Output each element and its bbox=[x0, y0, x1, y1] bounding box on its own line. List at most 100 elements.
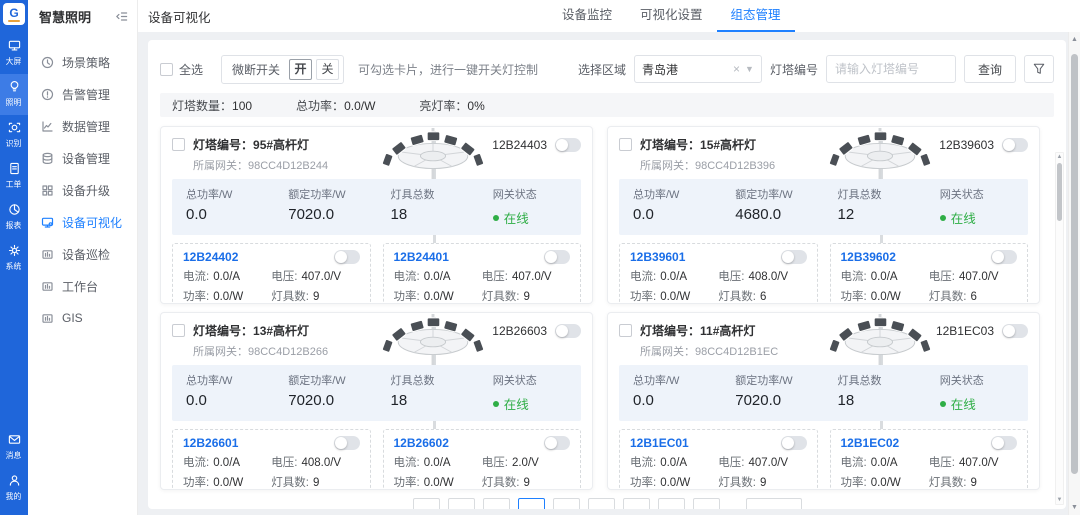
branch-switch[interactable] bbox=[544, 250, 570, 264]
card-checkbox[interactable] bbox=[619, 324, 632, 337]
document-icon bbox=[8, 162, 21, 175]
page-button[interactable] bbox=[448, 498, 475, 509]
page-size-select[interactable] bbox=[746, 498, 802, 509]
filter-button[interactable] bbox=[1024, 55, 1054, 83]
collapse-sidebar-button[interactable] bbox=[115, 10, 128, 23]
tower-switch[interactable] bbox=[555, 324, 581, 338]
branch-id-link[interactable]: 12B24401 bbox=[394, 250, 449, 264]
breaker-on-button[interactable]: 开 bbox=[289, 59, 312, 80]
branch-id-link[interactable]: 12B39601 bbox=[630, 250, 685, 264]
page-button[interactable] bbox=[518, 498, 545, 509]
branch-id-link[interactable]: 12B26601 bbox=[183, 436, 238, 450]
page-scrollbar[interactable]: ▲ ▼ bbox=[1068, 32, 1080, 515]
branch-switch[interactable] bbox=[334, 250, 360, 264]
tab-device-monitoring[interactable]: 设备监控 bbox=[548, 0, 626, 32]
cards-scrollbar-thumb[interactable] bbox=[1057, 163, 1062, 221]
tower-card: 灯塔编号：15#高杆灯 所属网关：98CC4D12B396 12B39603 总… bbox=[607, 126, 1040, 304]
rail-item-lighting[interactable]: 照明 bbox=[0, 74, 28, 115]
rail-item-workorder[interactable]: 工单 bbox=[0, 156, 28, 197]
rail-item-reports[interactable]: 报表 bbox=[0, 197, 28, 238]
scroll-up-icon[interactable]: ▲ bbox=[1056, 153, 1063, 161]
rail-item-system[interactable]: 系统 bbox=[0, 238, 28, 279]
branch-switch[interactable] bbox=[991, 250, 1017, 264]
total-power-stat: 总功率：0.0/W bbox=[296, 97, 375, 114]
card-stats: 总功率/W0.0 额定功率/W7020.0 灯具总数18 网关状态在线 bbox=[172, 365, 581, 421]
envelope-icon bbox=[8, 433, 21, 446]
branch-metrics: 电流:0.0/A 电压:407.0/V 功率:0.0/W 灯具数:9 bbox=[394, 268, 571, 304]
page-button[interactable] bbox=[623, 498, 650, 509]
page-button[interactable] bbox=[413, 498, 440, 509]
page-button[interactable] bbox=[658, 498, 685, 509]
breaker-off-button[interactable]: 关 bbox=[316, 59, 339, 80]
gateway-id: 98CC4D12B266 bbox=[248, 346, 328, 358]
branch-id-link[interactable]: 12B39602 bbox=[841, 250, 896, 264]
branch-id-link[interactable]: 12B1EC02 bbox=[841, 436, 900, 450]
funnel-icon bbox=[1033, 63, 1045, 75]
tower-switch[interactable] bbox=[1002, 138, 1028, 152]
rail-item-messages[interactable]: 消息 bbox=[0, 427, 28, 468]
sidebar-item-device-management[interactable]: 设备管理 bbox=[28, 142, 137, 174]
board-chart-icon bbox=[41, 312, 54, 325]
branch-switch[interactable] bbox=[334, 436, 360, 450]
logo-accent bbox=[8, 20, 20, 22]
branch-switch[interactable] bbox=[544, 436, 570, 450]
tower-switch[interactable] bbox=[555, 138, 581, 152]
tower-switch[interactable] bbox=[1002, 324, 1028, 338]
region-select[interactable]: 青岛港 × ▼ bbox=[634, 55, 762, 83]
tower-no-input[interactable] bbox=[826, 55, 956, 83]
branch-metrics: 电流:0.0/A 电压:407.0/V 功率:0.0/W 灯具数:9 bbox=[841, 454, 1018, 490]
branch-id-link[interactable]: 12B24402 bbox=[183, 250, 238, 264]
sidebar-item-data-management[interactable]: 数据管理 bbox=[28, 110, 137, 142]
page-scroll-up-icon[interactable]: ▲ bbox=[1069, 36, 1080, 43]
page-button[interactable] bbox=[553, 498, 580, 509]
sidebar-item-device-visualization[interactable]: 设备可视化 bbox=[28, 206, 137, 238]
rail-item-recognition[interactable]: 识别 bbox=[0, 115, 28, 156]
sidebar-item-device-upgrade[interactable]: 设备升级 bbox=[28, 174, 137, 206]
branch-id-link[interactable]: 12B1EC01 bbox=[630, 436, 689, 450]
rail-item-profile[interactable]: 我的 bbox=[0, 468, 28, 509]
board-chart-icon bbox=[41, 280, 54, 293]
gateway-id: 98CC4D12B1EC bbox=[695, 346, 778, 358]
branch-switch[interactable] bbox=[991, 436, 1017, 450]
rated-power: 额定功率/W7020.0 bbox=[721, 372, 823, 413]
card-checkbox[interactable] bbox=[172, 324, 185, 337]
page-title: 设备可视化 bbox=[138, 7, 211, 26]
card-stats: 总功率/W0.0 额定功率/W4680.0 灯具总数12 网关状态在线 bbox=[619, 179, 1028, 235]
select-all-checkbox[interactable] bbox=[160, 63, 173, 76]
summary-bar: 灯塔数量：100 总功率：0.0/W 亮灯率：0% bbox=[160, 93, 1054, 117]
branch-switch[interactable] bbox=[781, 436, 807, 450]
select-all-label: 全选 bbox=[179, 61, 203, 78]
branch-cards: 12B24402 电流:0.0/A 电压:407.0/V 功率:0.0/W 灯具… bbox=[172, 243, 581, 304]
line-chart-icon bbox=[41, 120, 54, 133]
page-button[interactable] bbox=[588, 498, 615, 509]
card-checkbox[interactable] bbox=[172, 138, 185, 151]
rail-item-bigscreen[interactable]: 大屏 bbox=[0, 33, 28, 74]
tab-configuration-management[interactable]: 组态管理 bbox=[717, 0, 795, 32]
branch-id-link[interactable]: 12B26602 bbox=[394, 436, 449, 450]
board-chart-icon bbox=[41, 248, 54, 261]
tab-visualization-settings[interactable]: 可视化设置 bbox=[626, 0, 717, 32]
sidebar-item-scene-strategy[interactable]: 场景策略 bbox=[28, 46, 137, 78]
cards-scrollbar[interactable]: ▲ ▼ bbox=[1055, 152, 1064, 505]
sidebar-item-workbench[interactable]: 工作台 bbox=[28, 270, 137, 302]
page-button[interactable] bbox=[483, 498, 510, 509]
branch-card: 12B1EC01 电流:0.0/A 电压:407.0/V 功率:0.0/W 灯具… bbox=[619, 429, 818, 490]
toolbar-hint: 可勾选卡片，进行一键开关灯控制 bbox=[358, 61, 538, 78]
search-button[interactable]: 查询 bbox=[964, 55, 1016, 83]
sidebar-header: 智慧照明 bbox=[28, 0, 137, 32]
sidebar-item-device-inspection[interactable]: 设备巡检 bbox=[28, 238, 137, 270]
card-checkbox[interactable] bbox=[619, 138, 632, 151]
switch-knob bbox=[1003, 139, 1015, 151]
switch-knob bbox=[545, 251, 557, 263]
clear-region-icon[interactable]: × bbox=[733, 62, 740, 76]
card-title-block: 灯塔编号：13#高杆灯 所属网关：98CC4D12B266 bbox=[193, 322, 328, 359]
sidebar-item-alarm-management[interactable]: 告警管理 bbox=[28, 78, 137, 110]
page-scrollbar-thumb[interactable] bbox=[1071, 54, 1078, 474]
page-button[interactable] bbox=[693, 498, 720, 509]
sidebar-item-gis[interactable]: GIS bbox=[28, 302, 137, 334]
lamp-total: 灯具总数18 bbox=[377, 372, 479, 413]
branch-switch[interactable] bbox=[781, 250, 807, 264]
page-scroll-down-icon[interactable]: ▼ bbox=[1069, 504, 1080, 511]
total-power: 总功率/W0.0 bbox=[172, 372, 274, 413]
scroll-down-icon[interactable]: ▼ bbox=[1056, 496, 1063, 504]
